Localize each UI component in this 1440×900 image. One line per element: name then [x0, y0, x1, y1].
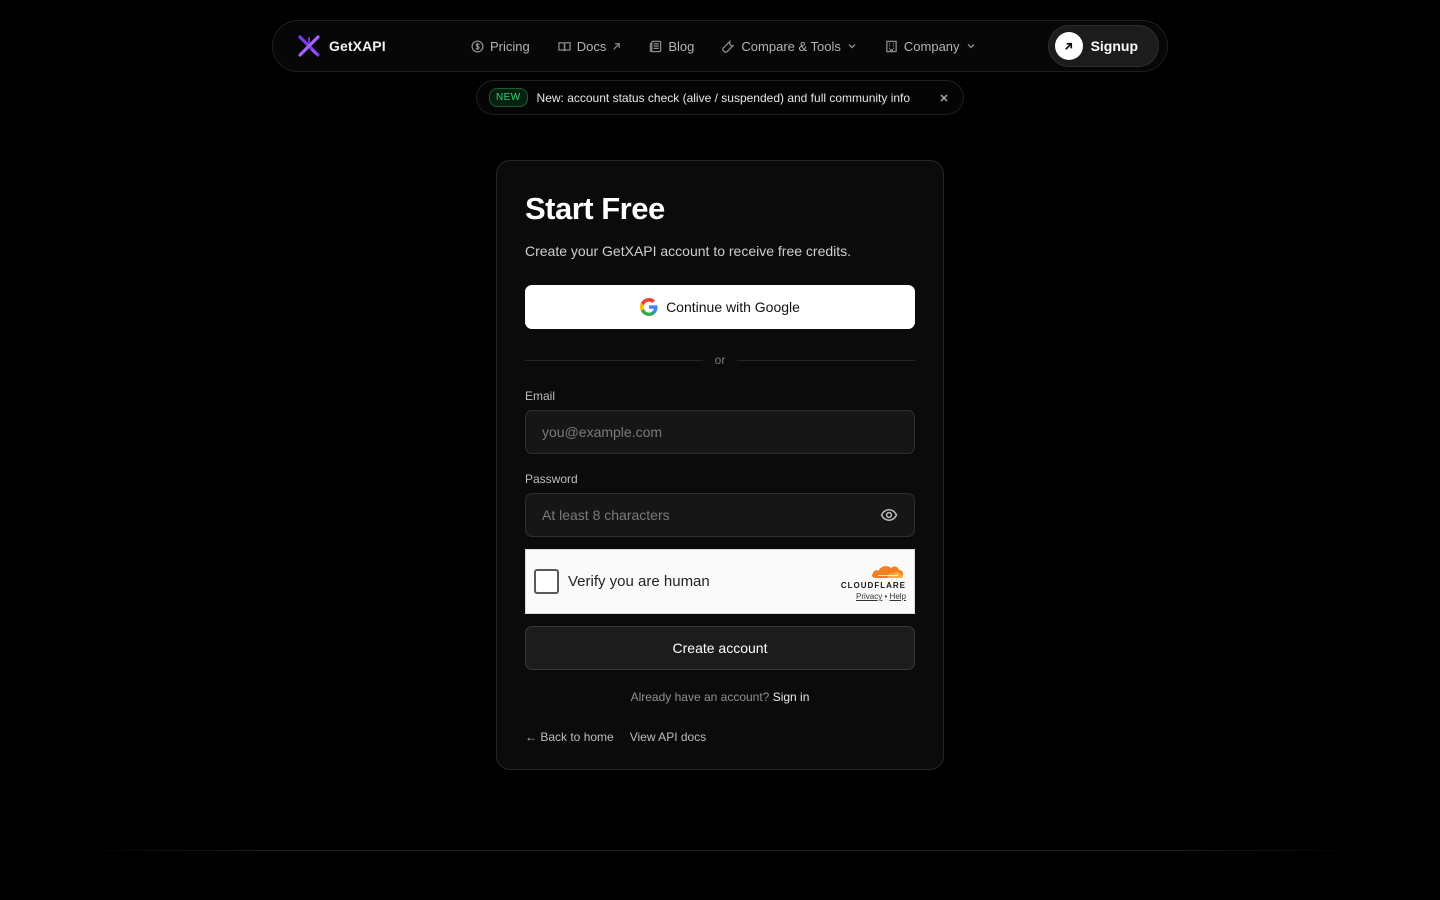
- password-field[interactable]: [542, 507, 880, 523]
- book-icon: [558, 41, 571, 51]
- nav-blog[interactable]: Blog: [635, 30, 708, 62]
- brand-name: GetXAPI: [329, 38, 386, 54]
- footer-divider: [72, 850, 1368, 851]
- close-icon[interactable]: [937, 91, 951, 105]
- google-button-label: Continue with Google: [666, 299, 800, 315]
- nav-links: Pricing Docs Blog Compare & Tools Compan…: [457, 30, 990, 62]
- sign-in-link[interactable]: Sign in: [773, 690, 810, 704]
- nav-compare-tools[interactable]: Compare & Tools: [708, 30, 870, 62]
- page-subtitle: Create your GetXAPI account to receive f…: [525, 243, 852, 259]
- nav-docs[interactable]: Docs: [544, 30, 636, 62]
- nav-pricing[interactable]: Pricing: [457, 30, 544, 62]
- captcha-privacy-link[interactable]: Privacy: [856, 592, 882, 601]
- signin-prompt: Already have an account?: [630, 690, 770, 704]
- password-field-wrapper: [525, 493, 915, 537]
- cloudflare-cloud-icon: [872, 566, 903, 578]
- getxapi-logo-icon: [298, 35, 320, 57]
- back-to-home-link[interactable]: ← Back to home: [525, 730, 614, 744]
- nav-company[interactable]: Company: [871, 30, 990, 62]
- captcha-text: Verify you are human: [568, 573, 710, 590]
- brand[interactable]: GetXAPI: [297, 34, 447, 58]
- page-title: Start Free: [525, 191, 665, 226]
- signin-prompt-row: Already have an account? Sign in: [525, 690, 915, 704]
- chevron-down-icon: [848, 44, 856, 49]
- divider-line: [737, 359, 916, 361]
- divider-line: [525, 359, 703, 361]
- captcha-checkbox[interactable]: [534, 569, 559, 594]
- captcha-widget: Verify you are human CLOUDFLARE Privacy …: [525, 549, 915, 614]
- email-label: Email: [525, 389, 556, 403]
- card-footer-links: ← Back to home View API docs: [525, 730, 915, 744]
- nav-blog-label: Blog: [668, 38, 695, 54]
- create-account-button[interactable]: Create account: [525, 626, 915, 670]
- announcement-bar: NEW New: account status check (alive / s…: [476, 80, 964, 115]
- nav-compare-tools-label: Compare & Tools: [741, 38, 841, 54]
- divider-text: or: [714, 353, 726, 367]
- links-separator: •: [884, 592, 888, 601]
- email-field[interactable]: [542, 424, 898, 440]
- cloudflare-branding: CLOUDFLARE Privacy • Help: [841, 562, 906, 601]
- arrow-up-right-icon: [1054, 32, 1083, 60]
- signup-button[interactable]: Signup: [1047, 25, 1159, 67]
- or-divider: or: [525, 353, 916, 367]
- google-icon: [640, 298, 658, 316]
- nav-docs-label: Docs: [576, 38, 607, 54]
- nav-company-label: Company: [903, 38, 960, 54]
- continue-with-google-button[interactable]: Continue with Google: [525, 285, 915, 329]
- signup-label: Signup: [1090, 38, 1138, 54]
- captcha-help-link[interactable]: Help: [890, 592, 906, 601]
- chevron-down-icon: [967, 44, 975, 49]
- top-navbar: GetXAPI Pricing Docs Blog Compare & Tool…: [272, 20, 1168, 72]
- newspaper-icon: [650, 40, 662, 52]
- announcement-text[interactable]: New: account status check (alive / suspe…: [537, 91, 911, 105]
- new-badge: NEW: [489, 88, 528, 107]
- nav-pricing-label: Pricing: [490, 38, 530, 54]
- cloudflare-links: Privacy • Help: [856, 592, 906, 601]
- signup-card: Start Free Create your GetXAPI account t…: [496, 160, 944, 770]
- wrench-icon: [722, 39, 735, 53]
- building-icon: [886, 40, 897, 52]
- dollar-circle-icon: [471, 39, 484, 53]
- email-field-wrapper: [525, 410, 915, 454]
- external-link-icon: [613, 42, 621, 50]
- cloudflare-logo-text: CLOUDFLARE: [840, 581, 906, 590]
- eye-icon[interactable]: [880, 506, 898, 524]
- view-api-docs-link[interactable]: View API docs: [630, 730, 707, 744]
- password-label: Password: [525, 472, 578, 486]
